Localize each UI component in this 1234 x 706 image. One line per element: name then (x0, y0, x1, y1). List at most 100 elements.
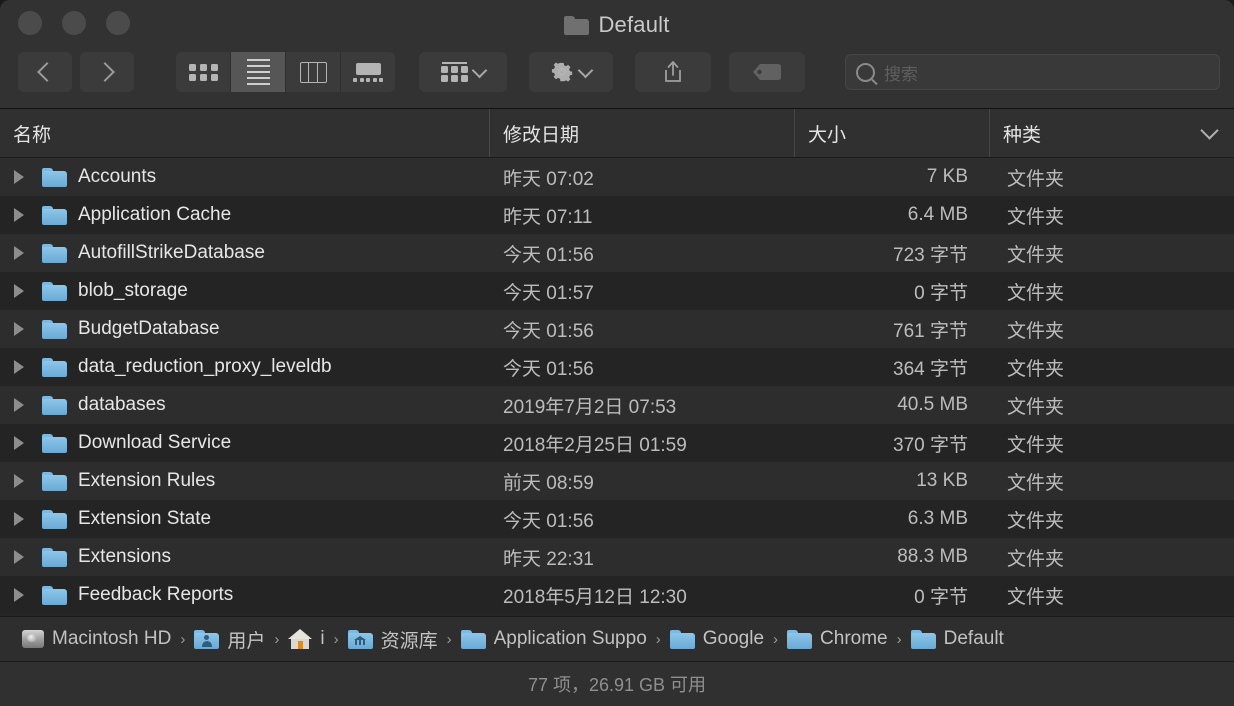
disclosure-triangle-icon[interactable] (14, 322, 24, 336)
table-row[interactable]: data_reduction_proxy_leveldb 今天 01:56 364 … (0, 348, 1234, 386)
chevron-right-icon (95, 62, 115, 82)
disclosure-triangle-icon[interactable] (14, 436, 24, 450)
file-date-cell: 2018年5月12日 12:30 (503, 586, 687, 608)
file-kind-cell: 文件夹 (1007, 358, 1065, 380)
disclosure-triangle-icon[interactable] (14, 512, 24, 526)
group-by-button[interactable] (419, 52, 507, 92)
column-header-date-modified[interactable]: 修改日期 (490, 109, 795, 157)
icon-view-button[interactable] (176, 52, 231, 92)
share-icon (665, 61, 681, 82)
file-name-cell[interactable]: BudgetDatabase (0, 318, 490, 340)
file-kind-cell: 文件夹 (1007, 586, 1065, 608)
file-name-label: Extensions (78, 546, 171, 567)
disclosure-triangle-icon[interactable] (14, 474, 24, 488)
breadcrumb-item[interactable]: i (288, 628, 325, 650)
table-row[interactable]: BudgetDatabase 今天 01:56 761 字节 文件夹 (0, 310, 1234, 348)
table-row[interactable]: AutofillStrikeDatabase 今天 01:56 723 字节 文件夹 (0, 234, 1234, 272)
column-header-kind-label: 种类 (1003, 124, 1042, 146)
disclosure-triangle-icon[interactable] (14, 588, 24, 602)
column-headers: 名称 修改日期 大小 种类 (0, 109, 1234, 158)
breadcrumb-item[interactable]: Application Suppo (460, 628, 647, 650)
file-name-cell[interactable]: Extensions (0, 546, 490, 568)
back-button[interactable] (18, 52, 72, 92)
file-list[interactable]: Accounts 昨天 07:02 7 KB 文件夹 Application Cache… (0, 158, 1234, 616)
file-name-label: databases (78, 394, 166, 415)
breadcrumb-label: 用户 (227, 630, 266, 652)
file-name-label: data_reduction_proxy_leveldb (78, 356, 332, 377)
file-kind-cell: 文件夹 (1007, 396, 1065, 418)
disclosure-triangle-icon[interactable] (14, 360, 24, 374)
home-icon (288, 629, 313, 649)
folder-icon (42, 167, 67, 187)
action-menu-button[interactable] (529, 52, 613, 92)
table-row[interactable]: Extensions 昨天 22:31 88.3 MB 文件夹 (0, 538, 1234, 576)
search-icon (856, 62, 875, 82)
table-row[interactable]: Extension State 今天 01:56 6.3 MB 文件夹 (0, 500, 1234, 538)
file-name-cell[interactable]: AutofillStrikeDatabase (0, 242, 490, 264)
file-size-cell: 0 字节 (914, 586, 968, 608)
column-header-name[interactable]: 名称 (0, 109, 490, 157)
column-header-size[interactable]: 大小 (795, 109, 990, 157)
file-date-cell: 今天 01:56 (503, 244, 594, 266)
breadcrumb-item[interactable]: 资源库 (347, 626, 438, 653)
search-field[interactable]: 搜索 (845, 54, 1220, 90)
file-size-cell: 364 字节 (893, 358, 968, 380)
table-row[interactable]: databases 2019年7月2日 07:53 40.5 MB 文件夹 (0, 386, 1234, 424)
table-row[interactable]: Accounts 昨天 07:02 7 KB 文件夹 (0, 158, 1234, 196)
folder-icon (42, 471, 67, 491)
breadcrumb-item[interactable]: Macintosh HD (22, 628, 171, 650)
table-row[interactable]: blob_storage 今天 01:57 0 字节 文件夹 (0, 272, 1234, 310)
tag-button[interactable] (729, 52, 805, 92)
table-row[interactable]: Download Service 2018年2月25日 01:59 370 字节 文件… (0, 424, 1234, 462)
table-row[interactable]: Feedback Reports 2018年5月12日 12:30 0 字节 文件夹 (0, 576, 1234, 614)
disclosure-triangle-icon[interactable] (14, 284, 24, 298)
breadcrumb-separator: › (896, 630, 902, 648)
file-name-label: Application Cache (78, 204, 232, 225)
table-row[interactable]: Extension Rules 前天 08:59 13 KB 文件夹 (0, 462, 1234, 500)
file-date-cell: 昨天 07:02 (503, 168, 594, 190)
breadcrumb-item[interactable]: 用户 (194, 626, 265, 653)
file-name-cell[interactable]: databases (0, 394, 490, 416)
disclosure-triangle-icon[interactable] (14, 550, 24, 564)
file-name-cell[interactable]: Extension State (0, 508, 490, 530)
file-name-cell[interactable]: data_reduction_proxy_leveldb (0, 356, 490, 378)
file-date-cell: 前天 08:59 (503, 472, 594, 494)
file-name-cell[interactable]: Application Cache (0, 204, 490, 226)
disclosure-triangle-icon[interactable] (14, 398, 24, 412)
zoom-button[interactable] (106, 11, 130, 35)
file-name-label: blob_storage (78, 280, 188, 301)
breadcrumb-item[interactable]: Default (910, 628, 1004, 650)
file-date-cell: 2018年2月25日 01:59 (503, 434, 687, 456)
disclosure-triangle-icon[interactable] (14, 170, 24, 184)
file-name-cell[interactable]: Accounts (0, 166, 490, 188)
file-date-cell: 今天 01:56 (503, 358, 594, 380)
minimize-button[interactable] (62, 11, 86, 35)
gallery-view-button[interactable] (341, 52, 395, 92)
file-date-cell: 2019年7月2日 07:53 (503, 396, 677, 418)
file-kind-cell: 文件夹 (1007, 282, 1065, 304)
group-icon (441, 62, 468, 82)
tag-icon (753, 64, 781, 80)
breadcrumb-item[interactable]: Chrome (787, 628, 888, 650)
chevron-down-icon[interactable] (1200, 121, 1219, 140)
column-view-button[interactable] (286, 52, 341, 92)
file-name-cell[interactable]: blob_storage (0, 280, 490, 302)
gallery-icon (353, 62, 383, 82)
forward-button[interactable] (80, 52, 134, 92)
folder-icon (42, 281, 67, 301)
file-date-cell: 今天 01:56 (503, 320, 594, 342)
column-header-kind[interactable]: 种类 (990, 109, 1234, 157)
breadcrumb-separator: › (274, 630, 280, 648)
file-name-cell[interactable]: Feedback Reports (0, 584, 490, 606)
columns-icon (299, 61, 327, 83)
disclosure-triangle-icon[interactable] (14, 208, 24, 222)
file-kind-cell: 文件夹 (1007, 168, 1065, 190)
file-name-cell[interactable]: Download Service (0, 432, 490, 454)
disclosure-triangle-icon[interactable] (14, 246, 24, 260)
breadcrumb-item[interactable]: Google (669, 628, 764, 650)
list-view-button[interactable] (231, 52, 286, 92)
share-button[interactable] (635, 52, 711, 92)
close-button[interactable] (18, 11, 42, 35)
file-name-cell[interactable]: Extension Rules (0, 470, 490, 492)
table-row[interactable]: Application Cache 昨天 07:11 6.4 MB 文件夹 (0, 196, 1234, 234)
